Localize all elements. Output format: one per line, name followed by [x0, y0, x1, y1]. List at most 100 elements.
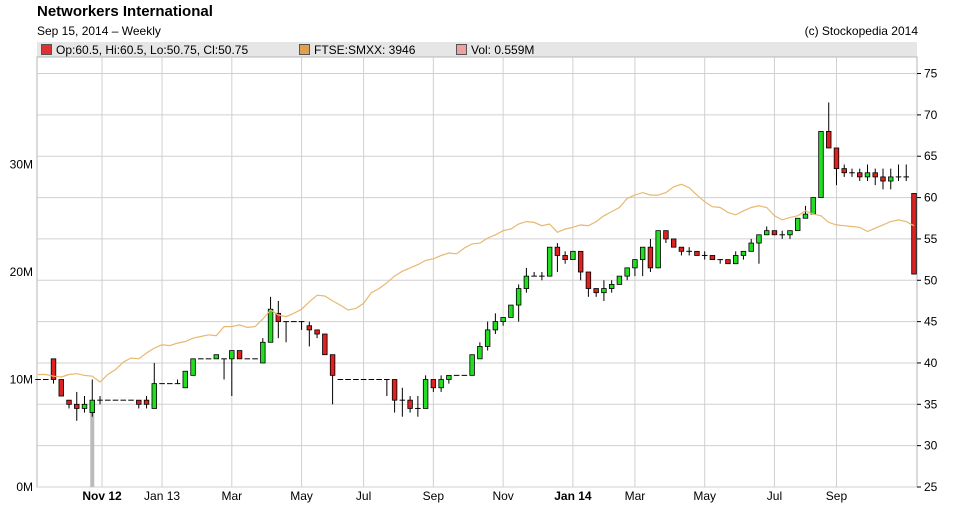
- candle-body: [787, 230, 793, 236]
- candle-body: [430, 379, 437, 389]
- price-tick-label: 35: [924, 397, 938, 411]
- candle-body: [771, 230, 778, 236]
- candle-body: [74, 403, 80, 409]
- candle-body: [151, 383, 157, 409]
- time-tick-label: Jul: [767, 489, 782, 503]
- price-tick-label: 70: [924, 108, 938, 122]
- price-tick-label: 60: [924, 191, 938, 205]
- candle-body: [888, 176, 894, 182]
- candle-body: [546, 246, 553, 277]
- candle-body: [616, 275, 623, 285]
- candle-body: [515, 288, 522, 306]
- time-tick-label: Nov: [492, 489, 513, 503]
- price-chart: 25 30 35 40 45 50 55 60 65 70 75 Nov 12 Jan 13 Mar May…: [10, 56, 938, 503]
- ftse-line: [38, 183, 915, 383]
- grid-lines: [37, 57, 917, 488]
- volume-bars: [90, 406, 95, 487]
- candle-body: [748, 242, 754, 252]
- plot-frame: [36, 56, 918, 488]
- candle-body: [725, 259, 731, 265]
- candle-body: [267, 308, 274, 343]
- time-tick-label: Mar: [221, 489, 242, 503]
- candle-body: [841, 168, 847, 174]
- price-tick-label: 75: [924, 67, 938, 81]
- candle-body: [577, 250, 584, 273]
- candle-body: [810, 197, 816, 215]
- volume-tick-label: 0M: [16, 480, 33, 494]
- time-tick-label: Jan 13: [144, 489, 180, 503]
- volume-bar: [90, 406, 95, 487]
- candle-body: [601, 288, 607, 294]
- candle-body: [864, 172, 871, 178]
- volume-tick-label: 30M: [10, 158, 33, 172]
- candle-body: [655, 230, 661, 269]
- candle-body: [764, 230, 770, 236]
- candle-body: [694, 250, 700, 256]
- price-tick-label: 40: [924, 356, 938, 370]
- price-tick-label: 50: [924, 273, 938, 287]
- time-tick-label: May: [290, 489, 313, 503]
- time-tick-label: May: [693, 489, 716, 503]
- candle-body: [136, 399, 142, 405]
- candle-body: [857, 172, 863, 178]
- candle-body: [632, 259, 638, 269]
- candle-body: [585, 271, 592, 289]
- candle-body: [663, 230, 669, 240]
- candle-body: [554, 246, 561, 256]
- candle-body: [143, 399, 150, 405]
- candle-body: [81, 403, 88, 409]
- candle-body: [795, 217, 801, 232]
- axis-labels: 25 30 35 40 45 50 55 60 65 70 75 Nov 12 Jan 13 Mar May…: [10, 67, 938, 503]
- time-tick-label: Jan 14: [554, 489, 592, 503]
- candle-body: [236, 350, 243, 360]
- candle-body: [484, 329, 491, 347]
- candle-body: [756, 234, 762, 244]
- candle-body: [826, 131, 832, 149]
- price-tick-label: 30: [924, 439, 938, 453]
- candle-body: [880, 176, 886, 182]
- candle-body: [740, 250, 747, 256]
- candle-body: [190, 358, 196, 376]
- candle-body: [213, 354, 220, 360]
- volume-tick-label: 20M: [10, 265, 33, 279]
- candle-body: [802, 213, 809, 219]
- candle-body: [66, 399, 72, 405]
- candle-body: [322, 333, 328, 356]
- candle-body: [89, 399, 95, 413]
- candle-body: [639, 246, 646, 260]
- candle-body: [562, 255, 568, 260]
- candle-body: [438, 379, 444, 389]
- candle-body: [508, 304, 514, 318]
- candle-body: [732, 255, 739, 265]
- candle-body: [647, 246, 654, 269]
- candle-body: [306, 325, 313, 331]
- candle-body: [391, 379, 398, 401]
- time-tick-label: Jul: [356, 489, 371, 503]
- candle-body: [570, 250, 576, 260]
- candle-body: [477, 346, 483, 360]
- candle-body: [446, 374, 452, 380]
- candle-body: [314, 329, 320, 335]
- candle-body: [593, 288, 599, 294]
- candle-body: [469, 354, 475, 376]
- candle-body: [329, 354, 336, 376]
- candle-body: [58, 379, 64, 397]
- candle-body: [492, 321, 499, 331]
- candle-body: [500, 317, 506, 323]
- candle-body: [872, 172, 878, 178]
- candlesticks: [35, 102, 917, 421]
- candle-body: [260, 341, 266, 364]
- volume-tick-label: 10M: [10, 373, 33, 387]
- candle-body: [670, 238, 677, 248]
- time-tick-label: Nov 12: [82, 489, 122, 503]
- candle-body: [229, 350, 235, 360]
- candle-body: [182, 370, 188, 389]
- candle-body: [678, 246, 685, 252]
- candle-body: [407, 399, 413, 409]
- candle-body: [608, 284, 615, 289]
- candle-body: [709, 255, 716, 260]
- candle-body: [911, 193, 917, 275]
- candle-body: [523, 275, 530, 289]
- candle-body: [422, 379, 429, 409]
- time-tick-label: Sep: [826, 489, 848, 503]
